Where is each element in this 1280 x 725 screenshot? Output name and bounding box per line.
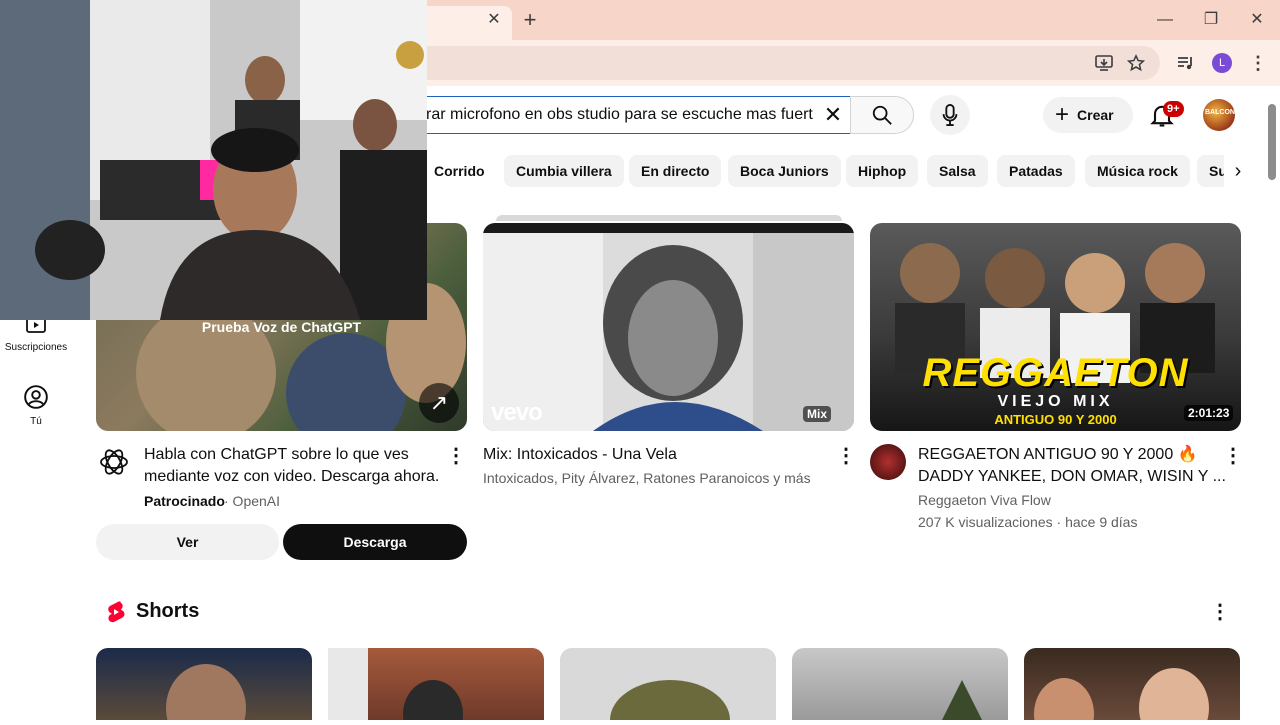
restore-button[interactable]: ❐ [1196, 8, 1226, 32]
channel-avatar[interactable] [870, 444, 906, 480]
minimize-button[interactable]: — [1150, 8, 1180, 32]
channel-name[interactable]: Reggaeton Viva Flow [918, 489, 1051, 511]
ad-title-line2[interactable]: mediante voz con video. Descarga ahora. [144, 466, 444, 488]
video-title[interactable]: Mix: Intoxicados - Una Vela [483, 444, 677, 466]
openai-logo-icon [98, 446, 130, 478]
search-button[interactable] [850, 96, 914, 134]
you-icon [24, 385, 48, 409]
short-thumbnail[interactable] [1024, 648, 1240, 725]
clear-search-icon[interactable]: ✕ [820, 102, 846, 128]
profile-avatar[interactable]: L [1212, 53, 1232, 73]
chip-musica-rock[interactable]: Música rock [1085, 155, 1190, 187]
video-title-line1[interactable]: REGGAETON ANTIGUO 90 Y 2000 🔥 [918, 444, 1198, 466]
tab-close-icon[interactable]: ✕ [484, 10, 504, 30]
video-thumbnail[interactable]: vevo Mix [483, 223, 854, 431]
ad-thumbnail-caption: Prueba Voz de ChatGPT [201, 319, 362, 335]
search-icon [872, 105, 892, 125]
page-scrollbar[interactable] [1268, 104, 1276, 180]
webcam-overlay [0, 0, 427, 320]
thumbnail-title: REGGAETON [922, 351, 1189, 395]
short-thumbnail[interactable] [792, 648, 1008, 720]
menu-dots-icon[interactable]: ⋮ [1247, 52, 1269, 74]
shorts-logo-icon [104, 600, 128, 624]
more-options-icon[interactable]: ⋮ [444, 444, 468, 468]
media-controls-icon[interactable] [1175, 52, 1197, 74]
sponsored-label: Patrocinado [144, 493, 225, 509]
more-options-icon[interactable]: ⋮ [1208, 600, 1232, 624]
bookmark-star-icon[interactable] [1125, 52, 1147, 74]
chip-corrido[interactable]: Corrido [420, 155, 497, 187]
plus-icon: + [1055, 101, 1070, 128]
chip-salsa[interactable]: Salsa [927, 155, 988, 187]
install-app-icon[interactable] [1093, 52, 1115, 74]
video-thumbnail[interactable]: REGGAETON VIEJO MIX ANTIGUO 90 Y 2000 2:… [870, 223, 1241, 431]
create-label: Crear [1077, 107, 1114, 123]
close-window-button[interactable]: ✕ [1242, 8, 1272, 32]
view-button[interactable]: Ver [96, 524, 279, 560]
download-button[interactable]: Descarga [283, 524, 467, 560]
chip-hiphop[interactable]: Hiphop [846, 155, 919, 187]
chip-patadas[interactable]: Patadas [997, 155, 1075, 187]
short-thumbnail[interactable] [328, 648, 544, 725]
chevron-right-icon[interactable]: › [1224, 155, 1252, 187]
chip-boca-juniors[interactable]: Boca Juniors [728, 155, 841, 187]
address-bar[interactable] [420, 46, 1160, 80]
duration-badge: 2:01:23 [1184, 405, 1234, 421]
new-tab-button[interactable]: + [518, 8, 542, 32]
notifications-badge: 9+ [1163, 101, 1184, 117]
advertiser-name: · OpenAI [224, 493, 281, 509]
ad-title-line1[interactable]: Habla con ChatGPT sobre lo que ves [144, 444, 444, 466]
avatar-text: BALCON [1205, 109, 1235, 116]
vevo-logo: vevo [491, 399, 543, 426]
video-title-line2[interactable]: DADDY YANKEE, DON OMAR, WISIN Y ... [918, 466, 1226, 488]
chip-cumbia-villera[interactable]: Cumbia villera [504, 155, 624, 187]
voice-search-button[interactable] [930, 95, 970, 135]
shorts-title: Shorts [136, 600, 200, 622]
chip-en-directo[interactable]: En directo [629, 155, 722, 187]
microphone-icon [942, 104, 958, 126]
open-link-arrow-icon[interactable]: ↗ [419, 383, 459, 423]
short-thumbnail[interactable] [96, 648, 312, 725]
filter-chip-bar: Corrido Cumbia villera En directo Boca J… [420, 150, 1228, 190]
sidebar-item-label: Tú [30, 416, 42, 427]
sidebar-item-you[interactable]: Tú [0, 384, 72, 427]
account-avatar[interactable]: BALCON [1203, 99, 1235, 131]
short-thumbnail[interactable] [560, 648, 776, 725]
sidebar-item-label: Suscripciones [4, 342, 68, 353]
create-button[interactable]: + Crear [1043, 97, 1133, 133]
mix-stack-edge [496, 215, 842, 221]
mix-badge: Mix [803, 406, 832, 422]
video-meta: Intoxicados, Pity Álvarez, Ratones Paran… [483, 470, 811, 486]
more-options-icon[interactable]: ⋮ [834, 444, 858, 468]
more-options-icon[interactable]: ⋮ [1221, 444, 1245, 468]
video-stats: 207 K visualizaciones · hace 9 días [918, 514, 1138, 530]
search-input[interactable]: rar microfono en obs studio para se escu… [426, 104, 818, 126]
